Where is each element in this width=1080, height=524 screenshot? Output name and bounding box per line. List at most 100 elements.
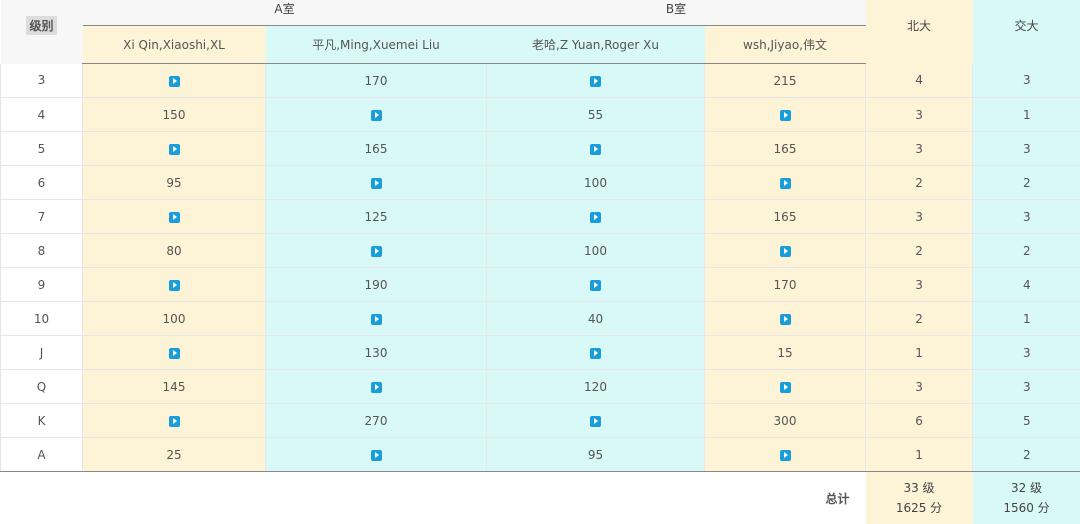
play-video-icon[interactable] (371, 450, 382, 461)
wsh-team-cell (705, 166, 866, 200)
ping-fan-team-cell: 270 (266, 404, 487, 438)
university-1-levels-cell: 3 (866, 200, 973, 234)
play-video-icon[interactable] (371, 314, 382, 325)
scores-table: 级别 A室 B室 北大 交大 Xi Qin,Xiaoshi,XL 平凡,Ming… (0, 0, 1080, 524)
xi-qin-team-cell: 25 (83, 438, 266, 472)
wsh-team-cell: 170 (705, 268, 866, 302)
ping-fan-team-cell: 170 (266, 64, 487, 98)
university-1-levels-cell: 1 (866, 336, 973, 370)
lao-ha-team-cell (487, 64, 705, 98)
ping-fan-team-cell (266, 166, 487, 200)
level-cell: 4 (1, 98, 83, 132)
play-video-icon[interactable] (780, 450, 791, 461)
play-video-icon[interactable] (169, 144, 180, 155)
total-label-cell: 总计 (1, 472, 866, 524)
xi-qin-team-cell (83, 404, 266, 438)
ping-fan-team-cell (266, 234, 487, 268)
university-2-total-levels: 32 级 (973, 478, 1080, 498)
level-cell: K (1, 404, 83, 438)
total-label: 总计 (1, 490, 866, 507)
play-video-icon[interactable] (371, 178, 382, 189)
ping-fan-team-cell: 190 (266, 268, 487, 302)
wsh-team-cell: 15 (705, 336, 866, 370)
level-cell: 6 (1, 166, 83, 200)
university-2-levels-cell: 3 (973, 200, 1080, 234)
play-video-icon[interactable] (780, 178, 791, 189)
total-row: 总计 33 级 1625 分 32 级 1560 分 (1, 472, 1080, 524)
xi-qin-team-cell (83, 200, 266, 234)
player-header-2: 平凡,Ming,Xuemei Liu (266, 26, 487, 64)
wsh-team-cell: 165 (705, 132, 866, 166)
table-row: Q14512033 (1, 370, 1080, 404)
university-2-total: 32 级 1560 分 (973, 472, 1080, 524)
table-row: 88010022 (1, 234, 1080, 268)
play-video-icon[interactable] (169, 280, 180, 291)
xi-qin-team-cell: 80 (83, 234, 266, 268)
lao-ha-team-cell: 100 (487, 166, 705, 200)
university-1-levels-cell: 3 (866, 268, 973, 302)
university-2-header: 交大 (973, 0, 1080, 64)
wsh-team-cell (705, 438, 866, 472)
wsh-team-cell: 165 (705, 200, 866, 234)
lao-ha-team-cell: 120 (487, 370, 705, 404)
play-video-icon[interactable] (780, 382, 791, 393)
play-video-icon[interactable] (169, 212, 180, 223)
university-1-total: 33 级 1625 分 (866, 472, 973, 524)
university-2-levels-cell: 1 (973, 98, 1080, 132)
level-cell: Q (1, 370, 83, 404)
university-2-levels-cell: 3 (973, 132, 1080, 166)
level-cell: J (1, 336, 83, 370)
xi-qin-team-cell (83, 132, 266, 166)
lao-ha-team-cell: 55 (487, 98, 705, 132)
level-cell: 9 (1, 268, 83, 302)
play-video-icon[interactable] (590, 76, 601, 87)
play-video-icon[interactable] (590, 212, 601, 223)
university-1-levels-cell: 6 (866, 404, 973, 438)
play-video-icon[interactable] (780, 314, 791, 325)
xi-qin-team-cell (83, 268, 266, 302)
play-video-icon[interactable] (590, 280, 601, 291)
play-video-icon[interactable] (780, 246, 791, 257)
wsh-team-cell (705, 234, 866, 268)
play-video-icon[interactable] (169, 76, 180, 87)
ping-fan-team-cell: 130 (266, 336, 487, 370)
ping-fan-team-cell (266, 302, 487, 336)
lao-ha-team-cell (487, 336, 705, 370)
play-video-icon[interactable] (590, 348, 601, 359)
university-1-total-levels: 33 级 (866, 478, 973, 498)
university-1-levels-cell: 2 (866, 234, 973, 268)
level-cell: 10 (1, 302, 83, 336)
table-row: J1301513 (1, 336, 1080, 370)
wsh-team-cell (705, 302, 866, 336)
play-video-icon[interactable] (169, 348, 180, 359)
lao-ha-team-cell: 40 (487, 302, 705, 336)
player-header-4: wsh,Jiyao,伟文 (705, 26, 866, 64)
play-video-icon[interactable] (169, 416, 180, 427)
university-2-levels-cell: 5 (973, 404, 1080, 438)
play-video-icon[interactable] (371, 246, 382, 257)
room-a-header: A室 (83, 0, 487, 26)
play-video-icon[interactable] (371, 110, 382, 121)
university-1-levels-cell: 1 (866, 438, 973, 472)
level-cell: 8 (1, 234, 83, 268)
play-video-icon[interactable] (371, 382, 382, 393)
university-2-levels-cell: 4 (973, 268, 1080, 302)
lao-ha-team-cell (487, 268, 705, 302)
table-row: 712516533 (1, 200, 1080, 234)
wsh-team-cell (705, 370, 866, 404)
play-video-icon[interactable] (780, 110, 791, 121)
lao-ha-team-cell (487, 200, 705, 234)
university-1-total-points: 1625 分 (866, 498, 973, 518)
university-2-levels-cell: 2 (973, 166, 1080, 200)
play-video-icon[interactable] (590, 144, 601, 155)
ping-fan-team-cell (266, 370, 487, 404)
table-row: K27030065 (1, 404, 1080, 438)
university-2-levels-cell: 1 (973, 302, 1080, 336)
play-video-icon[interactable] (590, 416, 601, 427)
level-header: 级别 (26, 16, 56, 35)
player-header-1: Xi Qin,Xiaoshi,XL (83, 26, 266, 64)
xi-qin-team-cell: 100 (83, 302, 266, 336)
university-1-levels-cell: 3 (866, 370, 973, 404)
table-row: 41505531 (1, 98, 1080, 132)
university-2-levels-cell: 3 (973, 64, 1080, 98)
